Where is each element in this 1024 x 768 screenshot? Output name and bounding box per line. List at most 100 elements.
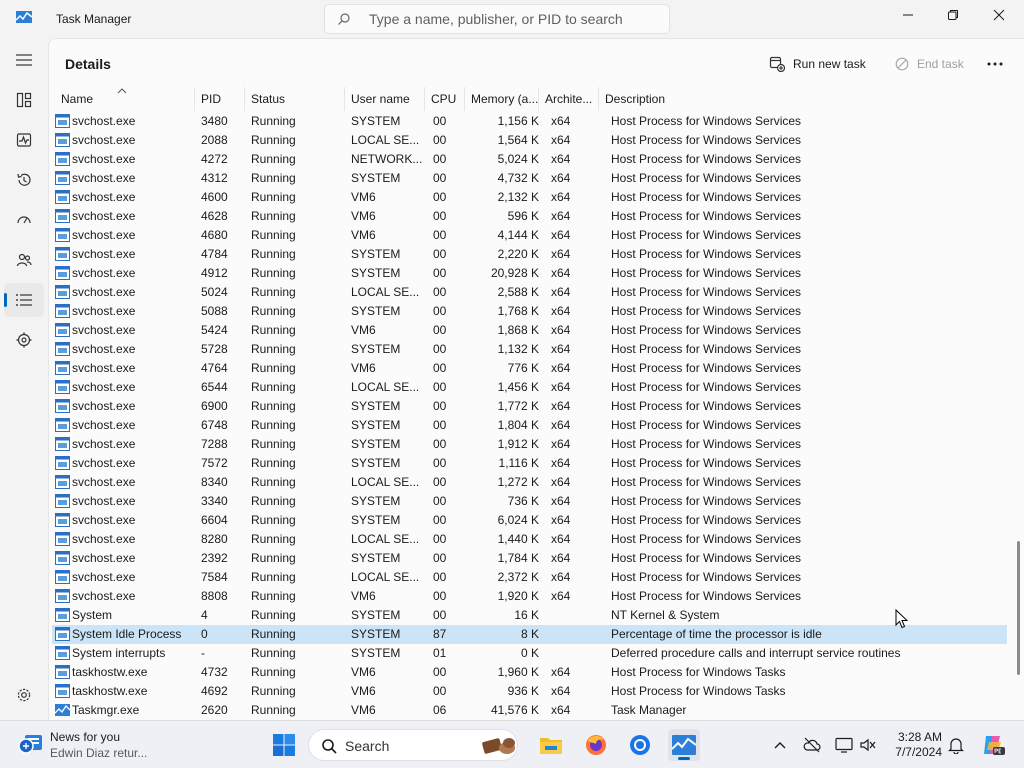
process-pid: 4 <box>201 608 208 622</box>
column-header-pid[interactable]: PID <box>195 87 245 111</box>
tray-display[interactable] <box>834 735 854 755</box>
users-icon <box>16 253 32 267</box>
taskbar-task-manager[interactable] <box>668 729 700 761</box>
table-row[interactable]: taskhostw.exe 4732 Running VM6 00 1,960 K x64 H… <box>52 663 1007 682</box>
table-row[interactable]: svchost.exe 6604 Running SYSTEM 00 6,024 K x64… <box>52 511 1007 530</box>
table-row[interactable]: svchost.exe 6544 Running LOCAL SE... 00 1,456… <box>52 378 1007 397</box>
process-name: svchost.exe <box>72 589 136 603</box>
process-name: svchost.exe <box>72 190 136 204</box>
taskbar-file-explorer[interactable] <box>535 729 567 761</box>
process-cpu: 00 <box>433 361 447 375</box>
table-row[interactable]: svchost.exe 8808 Running VM6 00 1,920 K x64 Hos… <box>52 587 1007 606</box>
table-row[interactable]: svchost.exe 5424 Running VM6 00 1,868 K x64 Hos… <box>52 321 1007 340</box>
sidebar-item-users[interactable] <box>4 243 44 277</box>
search-input[interactable] <box>369 10 659 28</box>
table-row[interactable]: svchost.exe 3340 Running SYSTEM 00 736 K x64 Ho… <box>52 492 1007 511</box>
process-status: Running <box>251 171 296 185</box>
table-row[interactable]: svchost.exe 7288 Running SYSTEM 00 1,912 K x64… <box>52 435 1007 454</box>
taskbar-firefox[interactable] <box>580 729 612 761</box>
table-row[interactable]: svchost.exe 4912 Running SYSTEM 00 20,928 K x6… <box>52 264 1007 283</box>
sidebar-item-performance[interactable] <box>4 123 44 157</box>
column-header-architecture[interactable]: Archite... <box>539 87 599 111</box>
process-status: Running <box>251 494 296 508</box>
table-row[interactable]: svchost.exe 8280 Running LOCAL SE... 00 1,440… <box>52 530 1007 549</box>
search-highlight-chocolate-icon <box>482 738 515 754</box>
sidebar-item-services[interactable] <box>4 323 44 357</box>
restore-button[interactable] <box>930 0 976 30</box>
process-user: LOCAL SE... <box>351 285 420 299</box>
process-description: Host Process for Windows Services <box>611 380 802 394</box>
sidebar-item-startup-apps[interactable] <box>4 203 44 237</box>
taskbar-chrome[interactable] <box>624 729 656 761</box>
sidebar-item-app-history[interactable] <box>4 163 44 197</box>
process-cpu: 00 <box>433 285 447 299</box>
process-description: Host Process for Windows Services <box>611 190 802 204</box>
process-name: svchost.exe <box>72 152 136 166</box>
table-row[interactable]: svchost.exe 7572 Running SYSTEM 00 1,116 K x64… <box>52 454 1007 473</box>
scrollbar-thumb[interactable] <box>1017 541 1020 675</box>
process-description: Host Process for Windows Services <box>611 209 802 223</box>
table-row[interactable]: svchost.exe 4600 Running VM6 00 2,132 K x64 Hos… <box>52 188 1007 207</box>
notifications-button[interactable] <box>946 735 966 755</box>
process-user: SYSTEM <box>351 437 401 451</box>
table-row[interactable]: taskhostw.exe 4692 Running VM6 00 936 K x64 Hos… <box>52 682 1007 701</box>
table-row[interactable]: svchost.exe 5728 Running SYSTEM 00 1,132 K x64… <box>52 340 1007 359</box>
column-header-description[interactable]: Description <box>599 87 1004 111</box>
sidebar-item-details[interactable] <box>4 283 44 317</box>
table-row[interactable]: svchost.exe 4312 Running SYSTEM 00 4,732 K x64… <box>52 169 1007 188</box>
table-row[interactable]: svchost.exe 4680 Running VM6 00 4,144 K x64 Hos… <box>52 226 1007 245</box>
process-description: Host Process for Windows Services <box>611 228 802 242</box>
table-row[interactable]: svchost.exe 4784 Running SYSTEM 00 2,220 K x64… <box>52 245 1007 264</box>
table-row[interactable]: svchost.exe 5024 Running LOCAL SE... 00 2,588… <box>52 283 1007 302</box>
news-weather-icon[interactable] <box>18 732 44 756</box>
system-clock[interactable]: 3:28 AM 7/7/2024 <box>888 730 942 760</box>
table-row[interactable]: svchost.exe 3480 Running SYSTEM 00 1,156 K x64… <box>52 112 1007 131</box>
table-row[interactable]: svchost.exe 2392 Running SYSTEM 00 1,784 K x64… <box>52 549 1007 568</box>
table-row[interactable]: svchost.exe 4628 Running VM6 00 596 K x64 Host … <box>52 207 1007 226</box>
table-row[interactable]: svchost.exe 5088 Running SYSTEM 00 1,768 K x64… <box>52 302 1007 321</box>
more-options-button[interactable] <box>987 53 1011 75</box>
column-header-cpu[interactable]: CPU <box>425 87 465 111</box>
process-memory: 1,156 K <box>497 114 539 128</box>
news-widget-subtitle[interactable]: Edwin Diaz retur... <box>50 746 147 760</box>
table-row[interactable]: svchost.exe 2088 Running LOCAL SE... 00 1,564… <box>52 131 1007 150</box>
column-header-user-name[interactable]: User name <box>345 87 425 111</box>
news-widget-title[interactable]: News for you <box>50 730 120 744</box>
process-user: VM6 <box>351 323 376 337</box>
process-memory: 2,588 K <box>497 285 539 299</box>
process-user: VM6 <box>351 190 376 204</box>
show-hidden-icons-button[interactable] <box>770 735 790 755</box>
vertical-scrollbar[interactable] <box>1015 87 1023 719</box>
run-new-task-button[interactable]: Run new task <box>769 53 866 75</box>
table-row[interactable]: Taskmgr.exe 2620 Running VM6 06 41,576 K x64 Ta… <box>52 701 1007 720</box>
table-row[interactable]: svchost.exe 8340 Running LOCAL SE... 00 1,272… <box>52 473 1007 492</box>
column-header-name[interactable]: Name <box>52 87 195 111</box>
process-name: svchost.exe <box>72 475 136 489</box>
start-button[interactable] <box>268 729 300 761</box>
sidebar-item-processes[interactable] <box>4 83 44 117</box>
column-header-status[interactable]: Status <box>245 87 345 111</box>
table-row[interactable]: System 4 Running SYSTEM 00 16 K NT Kernel & Sy… <box>52 606 1007 625</box>
table-row[interactable]: svchost.exe 6900 Running SYSTEM 00 1,772 K x64… <box>52 397 1007 416</box>
taskbar-search-box[interactable]: Search <box>308 729 518 761</box>
table-row[interactable]: svchost.exe 7584 Running LOCAL SE... 00 2,372… <box>52 568 1007 587</box>
process-window-icon <box>55 646 70 660</box>
copilot-button[interactable] <box>980 732 1006 758</box>
end-task-button[interactable]: End task <box>895 53 964 75</box>
table-row[interactable]: System Idle Process 0 Running SYSTEM 87 8 K Pe… <box>52 625 1007 644</box>
minimize-button[interactable] <box>885 0 931 30</box>
search-box[interactable] <box>324 4 670 34</box>
table-row[interactable]: svchost.exe 6748 Running SYSTEM 00 1,804 K x64… <box>52 416 1007 435</box>
column-header-memory[interactable]: Memory (a... <box>465 87 539 111</box>
table-row[interactable]: svchost.exe 4764 Running VM6 00 776 K x64 Host … <box>52 359 1007 378</box>
process-window-icon <box>55 114 70 128</box>
table-row[interactable]: System interrupts - Running SYSTEM 01 0 K Defe… <box>52 644 1007 663</box>
sidebar-item-settings[interactable] <box>4 678 44 712</box>
tray-network-status[interactable] <box>802 735 822 755</box>
process-cpu: 00 <box>433 513 447 527</box>
hamburger-menu-button[interactable] <box>4 43 44 77</box>
close-button[interactable] <box>976 0 1022 30</box>
process-user: NETWORK... <box>351 152 423 166</box>
tray-volume[interactable] <box>858 735 878 755</box>
table-row[interactable]: svchost.exe 4272 Running NETWORK... 00 5,024 … <box>52 150 1007 169</box>
